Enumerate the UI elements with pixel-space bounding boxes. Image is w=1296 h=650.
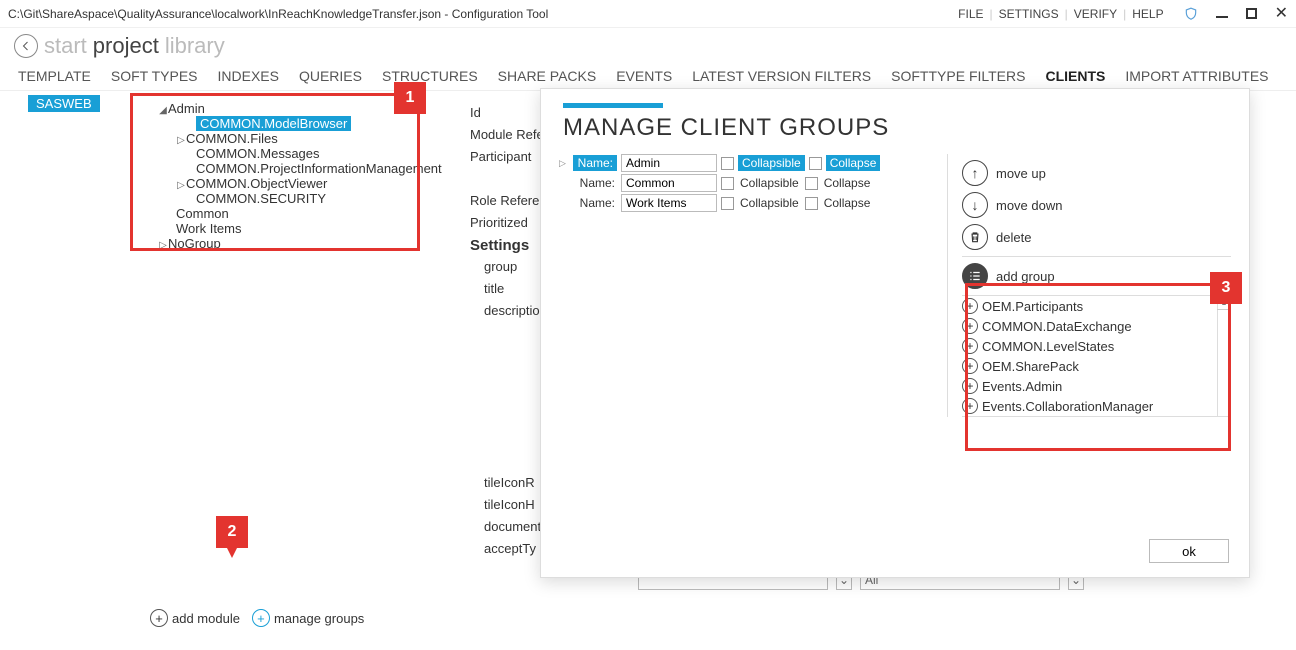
window-title: C:\Git\ShareAspace\QualityAssurance\loca…: [8, 7, 958, 21]
breadcrumb: start project library: [0, 28, 1296, 64]
collapse-label: Collapse: [826, 155, 881, 171]
breadcrumb-project[interactable]: project: [93, 33, 159, 59]
group-list: ▷ Name: Collapsible Collapse Name: Colla…: [559, 154, 929, 417]
tab-queries[interactable]: QUERIES: [299, 68, 362, 84]
collapse-checkbox[interactable]: [805, 197, 818, 210]
breadcrumb-library[interactable]: library: [165, 33, 225, 59]
tab-import-attributes[interactable]: IMPORT ATTRIBUTES: [1125, 68, 1268, 84]
tab-latest-version-filters[interactable]: LATEST VERSION FILTERS: [692, 68, 871, 84]
collapsible-checkbox[interactable]: [721, 157, 734, 170]
menu-help[interactable]: HELP: [1132, 7, 1163, 21]
annotation-callout-3: 3: [1210, 272, 1242, 304]
group-row-workitems[interactable]: Name: Collapsible Collapse: [559, 194, 929, 212]
collapse-checkbox[interactable]: [805, 177, 818, 190]
tree-actions: + add module + manage groups: [150, 609, 364, 627]
menu-settings[interactable]: SETTINGS: [999, 7, 1059, 21]
maximize-button[interactable]: [1246, 8, 1257, 19]
chevron-right-icon[interactable]: ▷: [559, 158, 569, 169]
tab-clients[interactable]: CLIENTS: [1045, 68, 1105, 84]
prop-label: Participant: [470, 149, 550, 171]
collapsible-checkbox[interactable]: [721, 177, 734, 190]
name-label: Name:: [573, 176, 617, 190]
module-tree: 1 ◢Admin COMMON.ModelBrowser ▷COMMON.Fil…: [130, 91, 470, 647]
prop-label: Role Reference: [470, 193, 550, 215]
group-row-common[interactable]: Name: Collapsible Collapse: [559, 174, 929, 192]
plus-icon: +: [252, 609, 270, 627]
breadcrumb-start[interactable]: start: [44, 33, 87, 59]
minimize-button[interactable]: [1216, 16, 1228, 18]
dialog-title: MANAGE CLIENT GROUPS: [563, 114, 1227, 142]
prop-label: group: [470, 259, 550, 281]
tab-events[interactable]: EVENTS: [616, 68, 672, 84]
arrow-up-icon: ↑: [962, 160, 988, 186]
group-name-input[interactable]: [621, 154, 717, 172]
shield-icon: [1184, 7, 1198, 21]
trash-icon: [962, 224, 988, 250]
plus-icon: +: [150, 609, 168, 627]
move-down-button[interactable]: ↓ move down: [962, 192, 1231, 218]
group-row-admin[interactable]: ▷ Name: Collapsible Collapse: [559, 154, 929, 172]
titlebar: C:\Git\ShareAspace\QualityAssurance\loca…: [0, 0, 1296, 28]
collapsible-checkbox[interactable]: [721, 197, 734, 210]
tab-soft-types[interactable]: SOFT TYPES: [111, 68, 198, 84]
window-controls: ✕: [1184, 7, 1288, 21]
arrow-left-icon: [20, 40, 32, 52]
app-menu: FILE| SETTINGS| VERIFY| HELP: [958, 7, 1163, 21]
move-up-button[interactable]: ↑ move up: [962, 160, 1231, 186]
collapse-checkbox[interactable]: [809, 157, 822, 170]
name-label: Name:: [573, 196, 617, 210]
collapsible-label: Collapsible: [738, 195, 801, 211]
arrow-down-icon: ↓: [962, 192, 988, 218]
menu-file[interactable]: FILE: [958, 7, 983, 21]
client-list: SASWEB: [0, 91, 130, 647]
properties-panel: Id Module Reference Participant Role Ref…: [470, 91, 550, 647]
menu-verify[interactable]: VERIFY: [1074, 7, 1117, 21]
collapsible-label: Collapsible: [738, 155, 805, 171]
prop-label: Id: [470, 105, 550, 127]
collapsible-label: Collapsible: [738, 175, 801, 191]
prop-label: title: [470, 281, 550, 303]
close-button[interactable]: ✕: [1275, 8, 1288, 20]
annotation-callout-2: 2: [216, 516, 248, 548]
collapse-label: Collapse: [822, 175, 873, 191]
manage-groups-button[interactable]: + manage groups: [252, 609, 364, 627]
prop-label: description: [470, 303, 550, 325]
collapse-label: Collapse: [822, 195, 873, 211]
tab-template[interactable]: TEMPLATE: [18, 68, 91, 84]
tab-softtype-filters[interactable]: SOFTTYPE FILTERS: [891, 68, 1025, 84]
name-label: Name:: [573, 155, 617, 171]
add-module-button[interactable]: + add module: [150, 609, 240, 627]
annotation-box-1: 1: [130, 93, 420, 251]
group-name-input[interactable]: [621, 174, 717, 192]
prop-heading: Settings: [470, 237, 550, 259]
manage-client-groups-dialog: MANAGE CLIENT GROUPS ▷ Name: Collapsible…: [540, 88, 1250, 578]
prop-label: tileIconR: [470, 475, 550, 497]
annotation-callout-1: 1: [394, 82, 426, 114]
annotation-box-3: 3: [965, 283, 1231, 451]
client-sasweb[interactable]: SASWEB: [28, 95, 100, 112]
dialog-accent: [563, 103, 663, 108]
tab-share-packs[interactable]: SHARE PACKS: [498, 68, 597, 84]
back-button[interactable]: [14, 34, 38, 58]
tab-indexes[interactable]: INDEXES: [218, 68, 279, 84]
prop-label: Module Reference: [470, 127, 550, 149]
tab-strip: TEMPLATE SOFT TYPES INDEXES QUERIES STRU…: [0, 64, 1296, 91]
prop-label: document: [470, 519, 550, 541]
prop-label: tileIconH: [470, 497, 550, 519]
ok-button[interactable]: ok: [1149, 539, 1229, 563]
prop-label: acceptTy: [470, 541, 550, 563]
delete-button[interactable]: delete: [962, 224, 1231, 250]
prop-label: Prioritized: [470, 215, 550, 237]
group-name-input[interactable]: [621, 194, 717, 212]
